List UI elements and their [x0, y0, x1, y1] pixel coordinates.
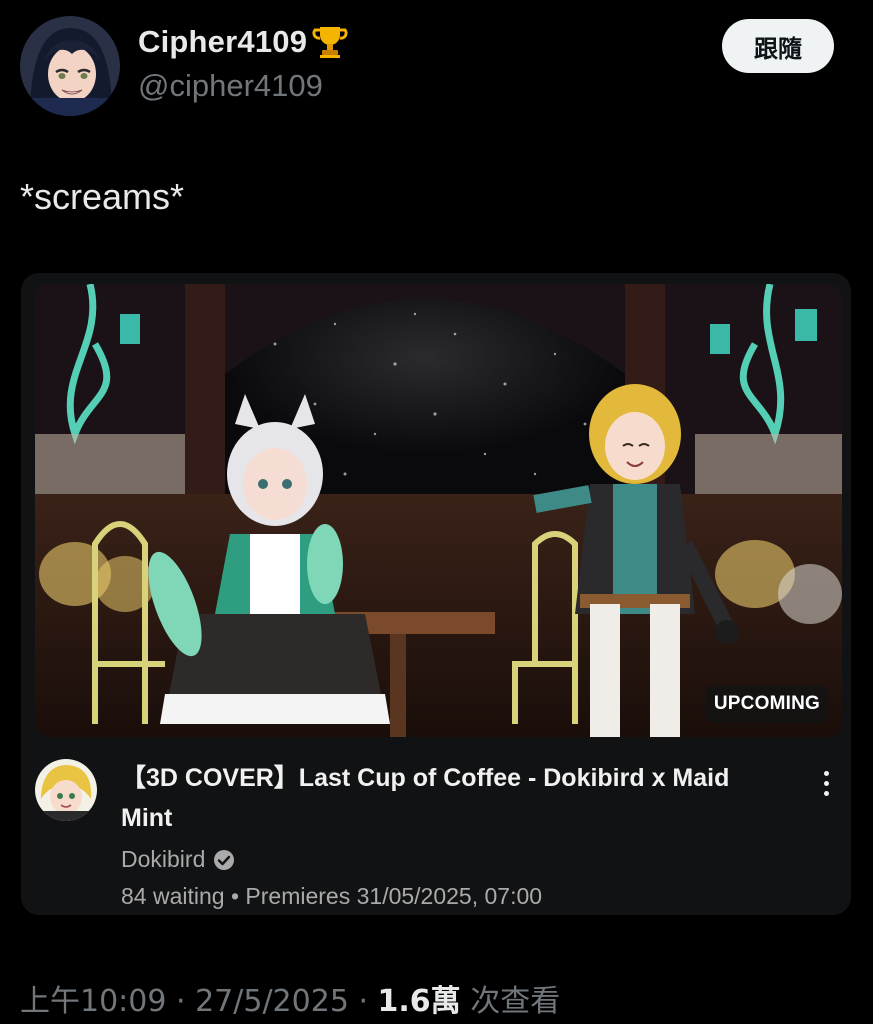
footer-dot: · [166, 984, 196, 1019]
follow-button[interactable]: 跟隨 [722, 19, 834, 73]
waiting-count: 84 waiting [121, 883, 225, 909]
more-dot [823, 790, 829, 796]
channel-avatar[interactable] [35, 759, 97, 821]
premiere-time: Premieres 31/05/2025, 07:00 [245, 883, 543, 909]
views-label: 次查看 [460, 984, 561, 1019]
channel-name[interactable]: Dokibird [121, 846, 205, 873]
trophy-icon [312, 27, 348, 58]
post-date[interactable]: 27/5/2025 [195, 984, 349, 1019]
more-dot [823, 780, 829, 786]
meta-separator: • [224, 883, 246, 909]
tweet-text: *screams* [20, 176, 185, 217]
video-title[interactable]: 【3D COVER】Last Cup of Coffee - Dokibird … [121, 758, 781, 838]
tweet-footer: 上午10:09 · 27/5/2025 · 1.6萬 次查看 [20, 976, 560, 1020]
upcoming-badge: UPCOMING [705, 685, 828, 723]
video-meta: 84 waiting • Premieres 31/05/2025, 07:00 [121, 883, 542, 910]
user-name-row: Cipher4109 [138, 22, 350, 62]
user-avatar[interactable] [20, 16, 120, 116]
more-dot [823, 770, 829, 776]
verified-check-icon [214, 849, 235, 870]
channel-row: Dokibird [121, 846, 235, 873]
video-thumbnail[interactable]: UPCOMING [35, 284, 842, 737]
user-handle[interactable]: @cipher4109 [138, 68, 323, 104]
tweet-page: Cipher4109 @cipher4109 跟隨 *screams* UPCO… [0, 0, 873, 1024]
youtube-card[interactable]: UPCOMING 【3D COVER】Last Cup of Coffee - … [21, 273, 851, 915]
footer-dot: · [348, 984, 378, 1019]
display-name[interactable]: Cipher4109 [138, 24, 307, 60]
views-count: 1.6萬 [377, 984, 461, 1019]
post-time[interactable]: 上午10:09 [20, 984, 166, 1019]
more-options-button[interactable] [814, 765, 838, 801]
